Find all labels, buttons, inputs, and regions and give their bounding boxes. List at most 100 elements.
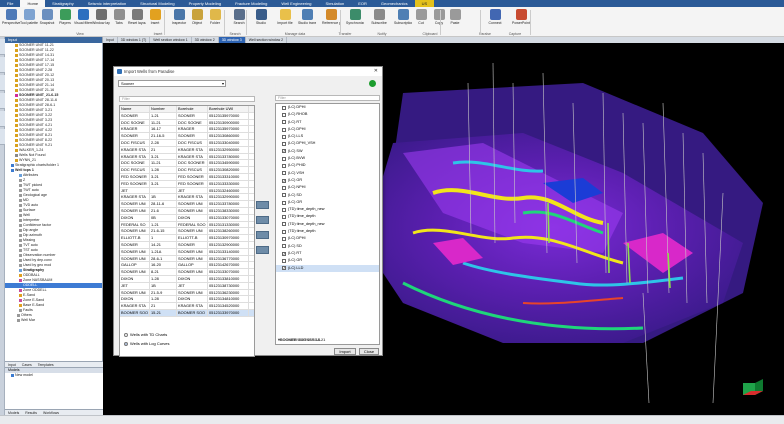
ribbon-tab-structural-modeling[interactable]: Structural Modeling bbox=[133, 0, 181, 7]
log-checkbox[interactable] bbox=[282, 215, 286, 220]
log-checkbox[interactable] bbox=[282, 222, 286, 227]
ribbon-button-synchronize[interactable]: Synchronize bbox=[346, 9, 364, 33]
table-row[interactable]: DOC FISCUS 1-28 DOC FISCUS 05123130820000 bbox=[120, 167, 254, 174]
ribbon-button-powerpoint[interactable]: PowerPoint bbox=[512, 9, 530, 33]
ribbon-button-subscriptions[interactable]: Subscriptions bbox=[394, 9, 412, 33]
log-checkbox[interactable] bbox=[282, 134, 286, 139]
tree-item[interactable]: Well Mar bbox=[5, 318, 102, 323]
log-item[interactable]: (TD) time_depth bbox=[276, 213, 379, 220]
ribbon-button-import-file[interactable]: Import file bbox=[276, 9, 294, 33]
log-checkbox[interactable]: ✓ bbox=[282, 149, 286, 154]
close-icon[interactable]: ✕ bbox=[374, 67, 378, 76]
ribbon-tab-seismic-interpretation[interactable]: Seismic interpretation bbox=[81, 0, 133, 7]
log-item[interactable]: (LC) LLS bbox=[276, 133, 379, 140]
column-header-name[interactable]: Name bbox=[120, 106, 150, 112]
log-checkbox[interactable] bbox=[282, 164, 286, 169]
ribbon-button-studio-transfer-tool[interactable]: Studio transfer tool bbox=[298, 9, 316, 33]
table-row[interactable]: SOONER UNI 28-11-6 SOONER UNI 0512313378000… bbox=[120, 201, 254, 208]
log-item[interactable]: (LC) NPHI bbox=[276, 184, 379, 191]
column-header-number[interactable]: Number bbox=[150, 106, 177, 112]
log-item[interactable]: ✓ (LC) GR bbox=[276, 177, 379, 184]
ribbon-button-cut[interactable]: Cut bbox=[412, 9, 430, 33]
ribbon-tab-geomechanics[interactable]: Geomechanics bbox=[374, 0, 415, 7]
ribbon-button-tabs[interactable]: Tabs bbox=[110, 9, 128, 33]
log-item[interactable]: (LC) VSH bbox=[276, 170, 379, 177]
table-row[interactable]: SOONER UNI 21-6 SOONER UNI 05123138330000 bbox=[120, 207, 254, 215]
log-checkbox[interactable] bbox=[282, 258, 286, 263]
log-checkbox[interactable] bbox=[282, 207, 286, 212]
ribbon-button-studio[interactable]: Studio bbox=[252, 9, 270, 33]
log-item[interactable]: (LC) GR bbox=[276, 199, 379, 206]
table-row[interactable]: BOOMER SOO 15-21 BOOMER SOO 05123133970000 bbox=[120, 309, 254, 317]
log-item[interactable]: (TD) time_depth bbox=[276, 228, 379, 235]
log-item[interactable]: (LC) GR bbox=[276, 257, 379, 264]
log-checkbox[interactable] bbox=[282, 200, 286, 205]
ribbon-button-object[interactable]: Object bbox=[188, 9, 206, 33]
table-row[interactable]: DOC SOONE 11-21 DOC SOONE 05123130900000 bbox=[120, 119, 254, 127]
ribbon-tab-stratigraphy[interactable]: Stratigraphy bbox=[45, 0, 81, 7]
table-row[interactable]: KRAGER STA 1B KRAGER STA 05123132990000 bbox=[120, 194, 254, 202]
table-row[interactable]: JET JET 05123132460000 bbox=[120, 187, 254, 195]
ribbon-button-subscribe[interactable]: Subscribe bbox=[370, 9, 388, 33]
log-item[interactable]: (LC) DPHI bbox=[276, 235, 379, 242]
table-row[interactable]: KRAGER 16-17 KRAGER 05123135970000 bbox=[120, 126, 254, 134]
ribbon-tab-file[interactable]: File bbox=[0, 0, 20, 7]
table-row[interactable]: DIXON 1-28 DIXON 05123134810000 bbox=[120, 296, 254, 304]
table-row[interactable]: GALLOP 16-20 GALLOP 05123142670000 bbox=[120, 262, 254, 270]
log-item[interactable]: (LC) SD bbox=[276, 243, 379, 250]
import-button[interactable]: Import bbox=[334, 348, 356, 355]
radio-td-charts[interactable]: Wells with TD Charts bbox=[124, 332, 167, 337]
ribbon-button-reference-project-tool[interactable]: Reference project tool bbox=[322, 9, 340, 33]
ribbon-tab-eor[interactable]: EOR bbox=[351, 0, 374, 7]
ribbon-tab-us[interactable]: US bbox=[414, 0, 435, 7]
table-row[interactable]: FED SOONER 3-21 FED SOONER 05123133310000 bbox=[120, 173, 254, 181]
log-item[interactable]: (LC) DPHI_VSH bbox=[276, 140, 379, 147]
log-item[interactable]: (LC) DPHI bbox=[276, 126, 379, 133]
table-row[interactable]: SOONER UNI 28-6-1 SOONER UNI 05123136770000 bbox=[120, 255, 254, 263]
project-combo[interactable]: Sooner ▾ bbox=[118, 80, 226, 87]
log-checkbox[interactable] bbox=[282, 112, 286, 117]
log-item[interactable]: ✓ (LC) LLD bbox=[276, 264, 379, 272]
log-item[interactable]: (LC) SD bbox=[276, 192, 379, 199]
ribbon-button-snapshot[interactable]: Snapshot bbox=[38, 9, 56, 33]
log-item[interactable]: (LC) PHID bbox=[276, 162, 379, 169]
ribbon-button-reset-layout[interactable]: Reset layout bbox=[128, 9, 146, 33]
logs-filter-input[interactable]: Filter bbox=[275, 95, 380, 101]
log-checkbox[interactable] bbox=[282, 127, 286, 132]
radio-log-curves[interactable]: Wells with Log Curves bbox=[124, 341, 170, 346]
table-row[interactable]: SOONER UNI 21-6-15 SOONER UNI 0512313826000… bbox=[120, 228, 254, 236]
ribbon-tab-simulation[interactable]: Simulation bbox=[319, 0, 352, 7]
log-item[interactable]: (TD) time_depth_new bbox=[276, 206, 379, 213]
ribbon-button-players[interactable]: Players bbox=[56, 9, 74, 33]
move-all-right-button[interactable] bbox=[256, 216, 269, 224]
ribbon-tab-property-modeling[interactable]: Property Modeling bbox=[182, 0, 228, 7]
ribbon-button-inspector[interactable]: Inspector bbox=[170, 9, 188, 33]
table-row[interactable]: KRAGER STA 21 KRAGER STA 05123132950000 bbox=[120, 146, 254, 154]
move-all-left-button[interactable] bbox=[256, 246, 269, 254]
log-checkbox[interactable] bbox=[282, 244, 286, 249]
ribbon-tab-home[interactable]: Home bbox=[20, 0, 46, 7]
log-group-header[interactable]: ▾ BOOMER SOONER 15-21 bbox=[276, 337, 325, 344]
move-right-button[interactable] bbox=[256, 201, 269, 209]
log-item[interactable]: (LC) RHOB bbox=[276, 111, 379, 118]
log-item[interactable]: (LC) RT bbox=[276, 119, 379, 126]
table-row[interactable]: SOONER 1-21 SOONER 05123135970000 bbox=[120, 112, 254, 120]
column-header-borehole[interactable]: Borehole bbox=[177, 106, 208, 112]
ribbon-button-folder[interactable]: Folder bbox=[206, 9, 224, 33]
move-left-button[interactable] bbox=[256, 231, 269, 239]
log-checkbox[interactable] bbox=[282, 185, 286, 190]
close-button[interactable]: Close bbox=[359, 348, 379, 355]
ribbon-button-connect[interactable]: Connect bbox=[486, 9, 504, 33]
table-row[interactable]: DIXON 1-28 DIXON 05123133810000 bbox=[120, 275, 254, 283]
table-row[interactable]: DIXON 0B DIXON 05123133070000 bbox=[120, 214, 254, 222]
wells-filter-input[interactable]: Filter bbox=[119, 96, 255, 102]
log-item[interactable]: (LC) DPHI bbox=[276, 104, 379, 111]
log-checkbox[interactable]: ✓ bbox=[282, 251, 286, 256]
log-checkbox[interactable]: ✓ bbox=[282, 178, 286, 183]
log-checkbox[interactable] bbox=[282, 229, 286, 234]
table-row[interactable]: DOC SOONE 11-21 DOC SOONER 05123134590000 bbox=[120, 160, 254, 168]
table-row[interactable]: SOONER 14-21 SOONER 05123132900000 bbox=[120, 241, 254, 249]
table-row[interactable]: JET 1B JET 05123138730000 bbox=[120, 282, 254, 290]
table-row[interactable]: SOONER UNI 21-5-9 SOONER UNI 05123136230000 bbox=[120, 289, 254, 297]
log-item[interactable]: (TD) time_depth_new bbox=[276, 221, 379, 228]
